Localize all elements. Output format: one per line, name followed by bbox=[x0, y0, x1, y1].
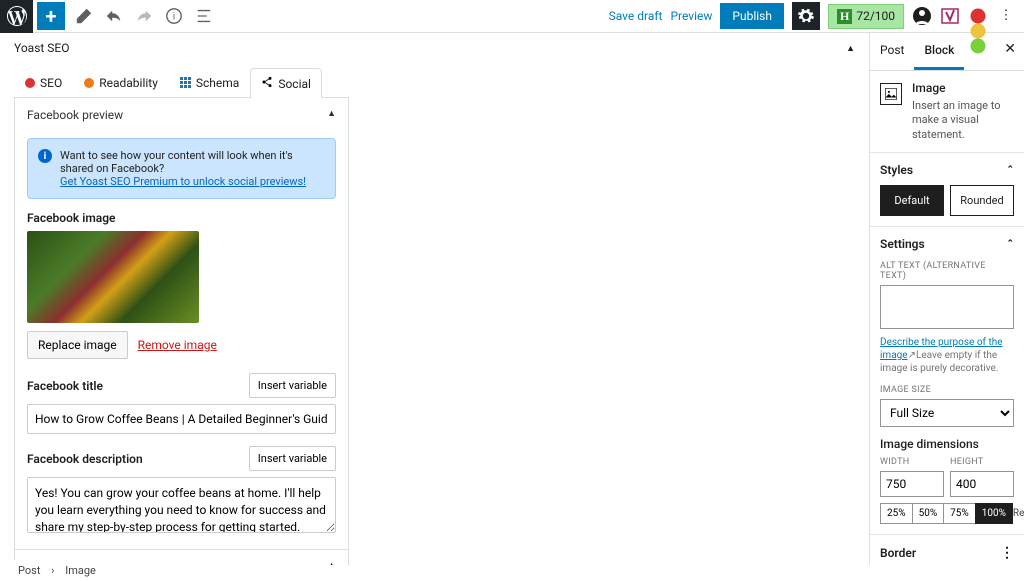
avatar-icon[interactable] bbox=[912, 6, 932, 26]
width-label: WIDTH bbox=[880, 457, 944, 467]
pct-75-button[interactable]: 75% bbox=[943, 503, 975, 524]
settings-gear-icon[interactable] bbox=[792, 2, 820, 30]
style-default-button[interactable]: Default bbox=[880, 185, 944, 216]
orange-dot-icon bbox=[84, 78, 94, 88]
add-block-button[interactable]: + bbox=[37, 2, 65, 30]
svg-text:i: i bbox=[173, 12, 175, 23]
publish-button[interactable]: Publish bbox=[720, 3, 784, 29]
facebook-preview-toggle[interactable]: Facebook preview ▲ bbox=[15, 98, 348, 132]
red-dot-icon bbox=[25, 78, 35, 88]
grid-icon bbox=[180, 77, 191, 88]
breadcrumb: Post › Image bbox=[0, 560, 114, 581]
outline-icon[interactable] bbox=[195, 7, 213, 25]
remove-image-link[interactable]: Remove image bbox=[138, 338, 217, 352]
info-icon[interactable]: i bbox=[165, 7, 183, 25]
more-options-icon[interactable]: ⋮ bbox=[996, 6, 1016, 26]
facebook-image-label: Facebook image bbox=[27, 211, 336, 225]
tab-readability[interactable]: Readability bbox=[73, 67, 169, 97]
edit-icon[interactable] bbox=[75, 7, 93, 25]
chevron-up-icon: ⌃ bbox=[1006, 165, 1014, 175]
facebook-image-preview bbox=[27, 231, 199, 323]
alt-help-text: Describe the purpose of the image↗Leave … bbox=[880, 336, 1014, 375]
facebook-desc-label: Facebook description bbox=[27, 452, 143, 466]
breadcrumb-post[interactable]: Post bbox=[18, 564, 40, 577]
image-block-icon bbox=[880, 83, 902, 105]
undo-icon[interactable] bbox=[105, 7, 123, 25]
close-sidebar-icon[interactable]: ✕ bbox=[1004, 41, 1016, 57]
share-icon bbox=[261, 76, 273, 91]
save-draft-link[interactable]: Save draft bbox=[609, 9, 663, 23]
yoast-panel-title: Yoast SEO bbox=[14, 41, 70, 55]
alt-text-label: ALT TEXT (ALTERNATIVE TEXT) bbox=[880, 261, 1014, 281]
border-section-toggle[interactable]: Border ⋮ bbox=[880, 545, 1014, 561]
tab-seo[interactable]: SEO bbox=[14, 67, 73, 97]
alt-text-textarea[interactable] bbox=[880, 285, 1014, 329]
image-size-label: IMAGE SIZE bbox=[880, 385, 1014, 395]
pct-25-button[interactable]: 25% bbox=[880, 503, 912, 524]
chevron-up-icon: ▲ bbox=[327, 560, 336, 565]
wordpress-logo[interactable] bbox=[0, 0, 33, 33]
info-icon: i bbox=[38, 149, 52, 163]
border-options-icon[interactable]: ⋮ bbox=[1000, 545, 1014, 561]
facebook-title-input[interactable] bbox=[27, 404, 336, 434]
redo-icon[interactable] bbox=[135, 7, 153, 25]
styles-section-toggle[interactable]: Styles ⌃ bbox=[880, 163, 1014, 177]
chevron-up-icon: ▲ bbox=[327, 108, 336, 122]
chevron-up-icon: ⌃ bbox=[1006, 239, 1014, 249]
replace-image-button[interactable]: Replace image bbox=[27, 331, 128, 359]
block-name-label: Image bbox=[912, 81, 1014, 95]
insert-variable-desc-button[interactable]: Insert variable bbox=[249, 446, 336, 471]
width-input[interactable] bbox=[880, 471, 944, 497]
premium-link-facebook[interactable]: Get Yoast SEO Premium to unlock social p… bbox=[60, 175, 306, 188]
height-input[interactable] bbox=[950, 471, 1014, 497]
traffic-light-icon[interactable] bbox=[968, 6, 988, 26]
sidebar-tab-post[interactable]: Post bbox=[870, 33, 914, 70]
insert-variable-title-button[interactable]: Insert variable bbox=[249, 373, 336, 398]
settings-section-toggle[interactable]: Settings ⌃ bbox=[880, 237, 1014, 251]
sidebar-tab-block[interactable]: Block bbox=[914, 33, 964, 70]
yoast-icon[interactable] bbox=[940, 6, 960, 26]
reset-dimensions-link[interactable]: Reset bbox=[1013, 508, 1024, 519]
tab-social[interactable]: Social bbox=[250, 68, 322, 98]
headline-score[interactable]: H72/100 bbox=[828, 4, 904, 29]
tab-schema[interactable]: Schema bbox=[169, 67, 250, 97]
breadcrumb-image[interactable]: Image bbox=[65, 564, 96, 577]
collapse-up-icon[interactable]: ▲ bbox=[846, 43, 855, 54]
dimensions-label: Image dimensions bbox=[880, 437, 1014, 451]
pct-50-button[interactable]: 50% bbox=[912, 503, 944, 524]
chevron-right-icon: › bbox=[51, 564, 54, 577]
height-label: HEIGHT bbox=[950, 457, 1014, 467]
facebook-info-banner: i Want to see how your content will look… bbox=[27, 138, 336, 199]
style-rounded-button[interactable]: Rounded bbox=[950, 185, 1014, 216]
preview-link[interactable]: Preview bbox=[670, 9, 712, 23]
facebook-title-label: Facebook title bbox=[27, 379, 103, 393]
facebook-desc-textarea[interactable]: Yes! You can grow your coffee beans at h… bbox=[27, 477, 336, 533]
pct-100-button[interactable]: 100% bbox=[975, 503, 1013, 524]
block-description: Insert an image to make a visual stateme… bbox=[912, 99, 1014, 142]
image-size-select[interactable]: Full Size bbox=[880, 399, 1014, 427]
